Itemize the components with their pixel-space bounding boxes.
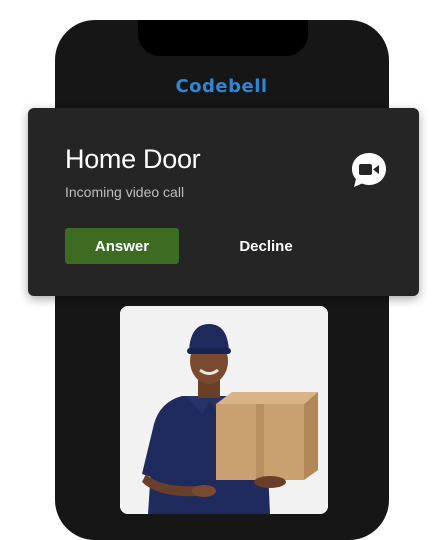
incoming-call-card: Home Door Incoming video call Answer Dec…	[28, 108, 419, 296]
decline-button[interactable]: Decline	[211, 228, 321, 264]
delivery-person-image	[120, 306, 328, 514]
video-feed	[120, 306, 328, 514]
answer-button[interactable]: Answer	[65, 228, 179, 264]
call-title: Home Door	[65, 144, 201, 174]
video-call-icon	[352, 153, 386, 187]
phone-notch	[138, 20, 308, 56]
brand-logo: Codebell	[175, 76, 268, 97]
call-subtitle: Incoming video call	[65, 184, 185, 200]
